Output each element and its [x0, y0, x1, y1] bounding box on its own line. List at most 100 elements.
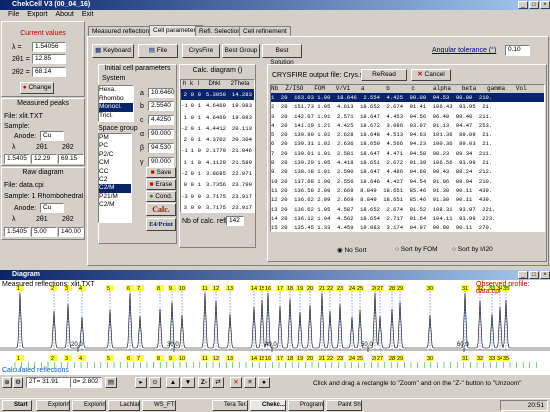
taskbar-item[interactable]: WS_FTP	[142, 400, 176, 411]
start-button[interactable]: Start	[2, 400, 32, 411]
diagram-close-button[interactable]: ×	[540, 271, 550, 279]
menu-about[interactable]: About	[56, 11, 74, 18]
taskbar-item[interactable]: Lachlan	[108, 400, 140, 411]
calc-row[interactable]: -1 0 1 4.6469 19.083	[181, 100, 254, 111]
print-icon[interactable]: ▤	[105, 377, 117, 388]
calc-row[interactable]: 2 0 1 4.3702 20.304	[181, 134, 254, 145]
space-group-option[interactable]: P2/C	[99, 151, 131, 159]
param-c-field[interactable]: 4.4250	[148, 115, 174, 125]
taskbar-item[interactable]: Program...	[288, 400, 324, 411]
tab-cell-refinement[interactable]: Cell refinement	[239, 26, 291, 36]
crysfire-row[interactable]: 9 20 138.18 1.01 2.590 18.647 4.486 94.6…	[271, 167, 544, 176]
scale-up-icon[interactable]: ▲	[166, 377, 180, 388]
crysfire-row[interactable]: 13 20 136.62 1.05 4.587 18.652 2.674 91.…	[271, 205, 544, 214]
erase-button[interactable]: ■ Erase	[146, 179, 176, 190]
system-option-selected[interactable]: Monocl.	[99, 103, 133, 112]
zoom-icon[interactable]: ⊙	[149, 377, 161, 388]
tab-refl-selection[interactable]: Refl. Selection	[195, 26, 245, 36]
crysfire-button[interactable]: CrysFire	[182, 44, 220, 58]
calc-button[interactable]: Calc.	[146, 203, 176, 216]
param-a-field[interactable]: 10.6460	[148, 88, 175, 98]
diagram-tool-icon[interactable]: ⚙	[13, 377, 23, 388]
space-group-option-selected[interactable]: C2/M	[99, 184, 131, 193]
unzoom-button[interactable]: Z-	[198, 377, 210, 388]
change-button[interactable]: ● Change	[20, 82, 54, 94]
param-beta-field[interactable]: 94.530	[148, 143, 174, 153]
crysfire-row[interactable]: 1 20 163.03 1.00 18.646 2.554 4.425 90.0…	[271, 93, 544, 103]
calc-row[interactable]: 1 1 0 4.1129 21.589	[181, 157, 254, 168]
no-sort-radio[interactable]: ◉ No Sort	[337, 246, 367, 254]
sort-i20-radio[interactable]: ○ Sort by I/I20	[452, 246, 493, 253]
diagram-plot[interactable]: 20.0 30.0 40.0 50.0 60.011223344556677889910…	[0, 280, 550, 375]
cond-button[interactable]: ● Cond.	[146, 191, 176, 202]
calc-table[interactable]: h k l Dhkl 2Theta 2 0 0 5.3059 14.283 -1 0 1 4.6469 1…	[180, 79, 255, 213]
theta1-field[interactable]: 12.85	[32, 54, 66, 64]
minimize-button[interactable]: _	[518, 1, 528, 9]
crysfire-row[interactable]: 6 20 139.31 1.02 2.636 18.650 4.566 94.2…	[271, 139, 544, 148]
calc-row[interactable]: 0 0 1 3.7356 23.799	[181, 179, 254, 190]
diagram-minimize-button[interactable]: _	[518, 271, 528, 279]
crysfire-row[interactable]: 10 20 137.68 1.00 2.556 18.646 4.427 94.…	[271, 177, 544, 186]
crysfire-table[interactable]: Nb Z/ISO FOM V/V1 a b c alpha beta gamma…	[270, 84, 545, 232]
param-b-field[interactable]: 2.5540	[148, 101, 174, 111]
scale-down-icon[interactable]: ▼	[181, 377, 195, 388]
system-option[interactable]: Hexa.	[99, 86, 133, 95]
file-button[interactable]: ▤ File	[138, 44, 178, 58]
raw-anode-field[interactable]: Cu	[40, 203, 64, 213]
sort-fom-radio[interactable]: ○ Sort by FOM	[395, 246, 438, 253]
space-group-option[interactable]: CC	[99, 168, 131, 176]
taskbar-item[interactable]: Tera Ter...	[212, 400, 248, 411]
diagram-tool-icon[interactable]: ⊕	[2, 377, 12, 388]
space-group-list[interactable]: PM PC P2/C CM CC C2 C2/M P21/M C2/M	[98, 133, 132, 223]
taskbar-item[interactable]: Paint Sho...	[326, 400, 362, 411]
record-icon[interactable]: ●	[258, 377, 270, 388]
menu-exit[interactable]: Exit	[82, 11, 94, 18]
keyboard-button[interactable]: ▦ Keyboard	[92, 44, 134, 58]
space-group-option[interactable]: CM	[99, 159, 131, 167]
maximize-button[interactable]: □	[529, 1, 539, 9]
best-solution-button[interactable]: Best Solution	[262, 44, 302, 66]
calc-row[interactable]: 3 0 0 3.7175 23.917	[181, 202, 254, 213]
lambda-field[interactable]: 1.54056	[32, 42, 66, 52]
crysfire-row[interactable]: 7 20 139.01 1.01 2.581 18.647 4.471 94.5…	[271, 149, 544, 158]
save-button[interactable]: ■ Save	[146, 167, 176, 178]
crysfire-row[interactable]: 2 20 151.73 1.05 4.613 18.652 2.674 91.4…	[271, 102, 544, 111]
crysfire-row[interactable]: 11 20 136.58 2.09 2.669 8.849 18.651 85.…	[271, 186, 544, 195]
best-group-button[interactable]: Best Group	[222, 44, 260, 58]
calc-row[interactable]: 1 0 1 4.6469 19.083	[181, 112, 254, 123]
menu-file[interactable]: File	[8, 11, 19, 18]
theta2-field[interactable]: 68.14	[32, 67, 66, 77]
diagram-maximize-button[interactable]: □	[529, 271, 539, 279]
calc-row[interactable]: -2 0 1 3.8685 22.971	[181, 168, 254, 179]
open-icon[interactable]: ▸	[135, 377, 147, 388]
crysfire-row[interactable]: 15 20 135.45 1.33 4.459 19.083 3.174 94.…	[271, 223, 544, 231]
measured-anode-field[interactable]: Cu	[40, 131, 64, 141]
space-group-option[interactable]: PC	[99, 142, 131, 150]
angular-tolerance-field[interactable]: 0.10	[505, 45, 530, 56]
crysfire-row[interactable]: 14 20 136.12 1.04 4.562 18.654 2.717 91.…	[271, 214, 544, 223]
list-icon[interactable]: ≡	[244, 377, 256, 388]
calc-row[interactable]: -3 0 0 3.7175 23.917	[181, 191, 254, 202]
system-option[interactable]: Rhombo	[99, 95, 133, 104]
space-group-option[interactable]: P21/M	[99, 193, 131, 201]
crysfire-row[interactable]: 3 20 142.07 1.01 2.571 18.647 4.453 94.5…	[271, 112, 544, 121]
space-group-option[interactable]: C2	[99, 176, 131, 184]
swap-icon[interactable]: ⇄	[212, 377, 224, 388]
crysfire-row[interactable]: 4 20 141.10 1.21 4.425 18.672 3.086 93.0…	[271, 121, 544, 130]
cancel-button[interactable]: ✕ Cancel	[411, 69, 451, 81]
calc-row[interactable]: 2 0 0 5.3059 14.283	[181, 89, 254, 101]
reread-button[interactable]: ReRead	[361, 69, 407, 81]
param-alpha-field[interactable]: 90.000	[148, 129, 174, 139]
print-button[interactable]: E4/Print	[146, 218, 176, 231]
tab-measured-reflections[interactable]: Measured reflections	[88, 26, 157, 36]
crysfire-row[interactable]: 12 20 136.62 2.09 2.669 8.849 18.651 85.…	[271, 195, 544, 204]
param-gamma-field[interactable]: 90.000	[148, 157, 174, 167]
calc-row[interactable]: -2 0 1 4.4412 20.113	[181, 123, 254, 134]
close-button[interactable]: ×	[540, 1, 550, 9]
menu-export[interactable]: Export	[27, 11, 47, 18]
space-group-option[interactable]: C2/M	[99, 201, 131, 209]
export-icon[interactable]: ✕	[230, 377, 242, 388]
crysfire-row[interactable]: 8 20 139.20 1.05 4.418 18.651 2.672 91.3…	[271, 158, 544, 167]
crysfire-row[interactable]: 5 20 139.90 1.02 2.628 18.648 4.513 94.6…	[271, 130, 544, 139]
diagram-canvas[interactable]: 20.0 30.0 40.0 50.0 60.0 1 1 2 2 3 3 4 4 5 5 6 6 7 7 8 8 9 9 10…	[0, 280, 550, 375]
